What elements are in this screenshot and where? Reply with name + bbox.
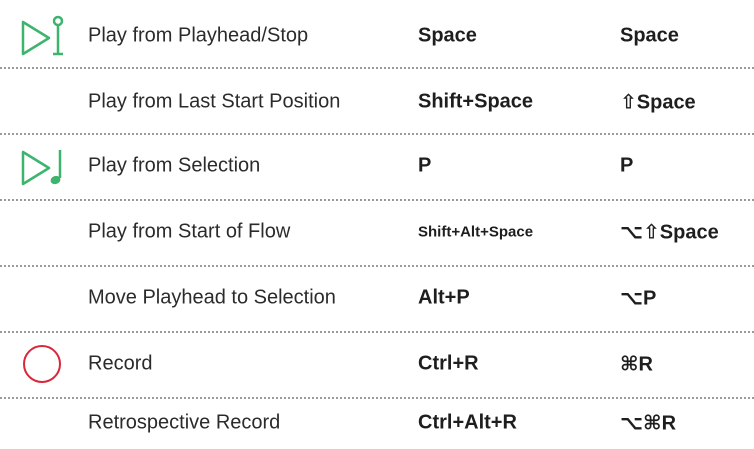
mac-shortcut: ⌥P bbox=[620, 287, 657, 310]
mac-shortcut: ⇧Space bbox=[620, 91, 696, 114]
windows-shortcut: Shift+Space bbox=[418, 90, 534, 113]
action-label: Move Playhead to Selection bbox=[88, 286, 336, 309]
table-row: Retrospective Record Ctrl+Alt+R ⌥⌘R bbox=[0, 396, 754, 449]
play-playhead-icon bbox=[18, 14, 70, 58]
play-selection-icon bbox=[18, 144, 70, 188]
table-row: Play from Playhead/Stop Space Space bbox=[0, 4, 754, 68]
mac-shortcut: ⌘R bbox=[620, 353, 653, 376]
windows-shortcut: Ctrl+Alt+R bbox=[418, 411, 517, 433]
shortcut-table: Play from Playhead/Stop Space Space Play… bbox=[0, 0, 754, 449]
table-row: Record Ctrl+R ⌘R bbox=[0, 332, 754, 396]
windows-shortcut: Alt+P bbox=[418, 286, 470, 309]
windows-shortcut: Ctrl+R bbox=[418, 352, 479, 375]
action-label: Play from Start of Flow bbox=[88, 220, 291, 243]
table-row: Play from Selection P P bbox=[0, 134, 754, 198]
mac-shortcut: ⌥⇧Space bbox=[620, 221, 719, 244]
mac-shortcut: P bbox=[620, 154, 634, 177]
windows-shortcut: Shift+Alt+Space bbox=[418, 223, 534, 241]
mac-shortcut: Space bbox=[620, 24, 679, 47]
table-row: Play from Last Start Position Shift+Spac… bbox=[0, 70, 754, 134]
record-icon bbox=[18, 342, 70, 386]
mac-shortcut: ⌥⌘R bbox=[620, 412, 677, 434]
action-label: Play from Last Start Position bbox=[88, 90, 341, 113]
windows-shortcut: Space bbox=[418, 24, 477, 47]
table-row: Play from Start of Flow Shift+Alt+Space … bbox=[0, 200, 754, 264]
action-label: Record bbox=[88, 352, 153, 375]
action-label: Play from Selection bbox=[88, 154, 261, 177]
windows-shortcut: P bbox=[418, 154, 432, 177]
action-label: Retrospective Record bbox=[88, 411, 281, 433]
action-label: Play from Playhead/Stop bbox=[88, 24, 309, 47]
table-row: Move Playhead to Selection Alt+P ⌥P bbox=[0, 266, 754, 330]
